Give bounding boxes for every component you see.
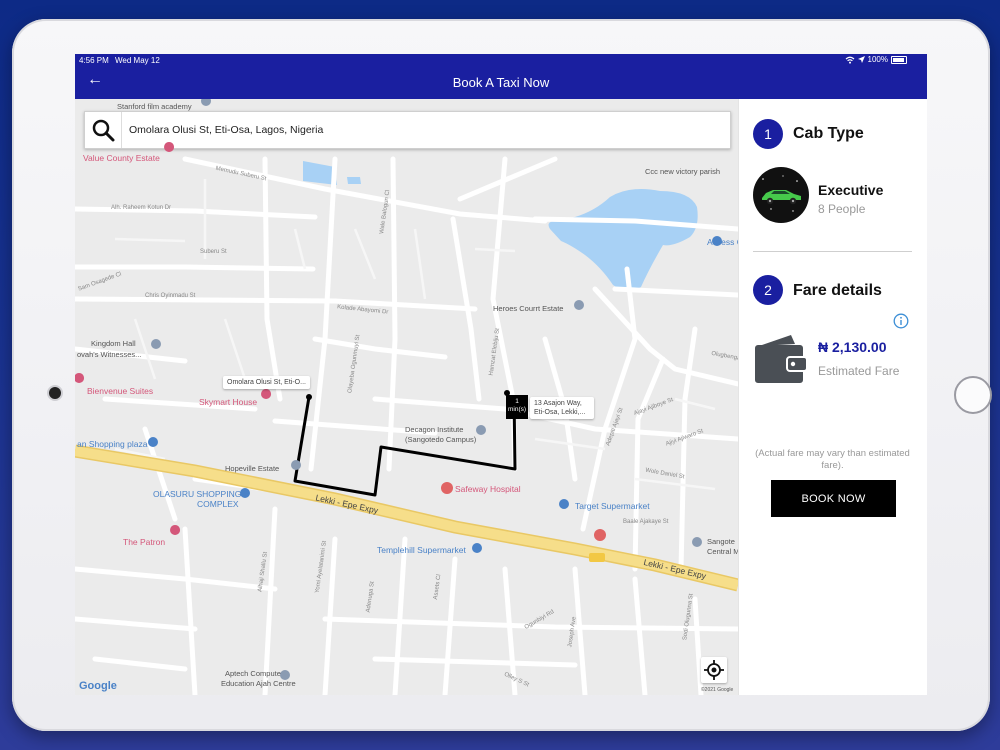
destination-label-line2: Eti-Osa, Lekki,... <box>534 409 586 416</box>
map-pin-icon <box>148 437 158 447</box>
battery-percent: 100% <box>867 55 888 64</box>
front-camera <box>49 387 61 399</box>
map-pin-icon <box>559 499 569 509</box>
status-date: Wed May 12 <box>115 56 160 65</box>
destination-info-window[interactable]: 13 Asajon Way, Eti-Osa, Lekki,... <box>530 397 594 419</box>
map-pin-icon <box>151 339 161 349</box>
map-pin-icon <box>261 389 272 399</box>
fare-label: Estimated Fare <box>818 364 900 378</box>
status-time: 4:56 PM <box>79 56 109 65</box>
map-pin-icon <box>472 543 482 553</box>
map-pin-icon <box>692 537 702 547</box>
status-indicators: 100% <box>845 55 907 64</box>
book-now-button[interactable]: BOOK NOW <box>771 480 896 517</box>
destination-label-line1: 13 Asajon Way, <box>534 400 582 407</box>
hospital-pin-icon <box>441 482 453 494</box>
battery-icon <box>891 55 907 64</box>
home-button[interactable] <box>954 376 992 414</box>
info-icon[interactable] <box>893 313 909 329</box>
map-copyright: ©2021 Google <box>701 687 734 693</box>
map-pin-icon <box>75 373 85 383</box>
wifi-icon <box>845 56 854 64</box>
map-view[interactable]: Stanford film academy Value County Estat… <box>75 99 738 695</box>
map-pin-icon <box>291 460 301 470</box>
app-header: 4:56 PM Wed May 12 100% ← Book A Taxi No… <box>75 54 927 99</box>
google-logo: Google <box>79 680 117 692</box>
section-divider <box>753 251 912 252</box>
map-pin-icon <box>574 300 584 310</box>
target-icon[interactable] <box>701 657 727 683</box>
hospital-pin-icon <box>594 529 606 541</box>
map-pin-icon <box>280 670 290 680</box>
page-title: Book A Taxi Now <box>452 75 550 90</box>
fare-amount: ₦ 2,130.00 <box>818 339 887 355</box>
step-badge-2: 2 <box>753 275 783 305</box>
app-screen: 4:56 PM Wed May 12 100% ← Book A Taxi No… <box>75 54 927 695</box>
fare-disclaimer: (Actual fare may vary than estimated far… <box>755 448 910 471</box>
map-pin-icon <box>712 236 722 246</box>
wallet-icon <box>755 335 808 383</box>
map-pin-icon <box>476 425 486 435</box>
origin-info-window[interactable]: Omolara Olusi St, Eti-O... <box>223 376 310 389</box>
step-badge-1: 1 <box>753 119 783 149</box>
eta-unit: min(s) <box>507 406 527 413</box>
map-pin-icon <box>170 525 181 535</box>
bus-stop-icon <box>589 553 605 562</box>
map-pin-icon <box>164 142 175 152</box>
cab-capacity: 8 People <box>818 202 866 216</box>
eta-number: 1 <box>515 398 519 405</box>
cab-type-heading: Cab Type <box>793 125 864 142</box>
cab-name[interactable]: Executive <box>818 182 883 198</box>
map-markers <box>75 99 722 680</box>
cab-image[interactable] <box>753 167 809 223</box>
map-pin-icon <box>201 99 211 106</box>
eta-badge: 1 min(s) <box>506 395 528 419</box>
car-icon <box>762 175 801 212</box>
locate-me-button[interactable] <box>701 657 727 683</box>
map-pin-icon <box>240 488 250 498</box>
booking-panel: 1 Cab Type Executive 8 People 2 Fare det… <box>738 99 927 695</box>
fare-details-heading: Fare details <box>793 282 882 299</box>
location-arrow-icon <box>857 56 865 63</box>
origin-label: Omolara Olusi St, Eti-O... <box>227 379 306 386</box>
